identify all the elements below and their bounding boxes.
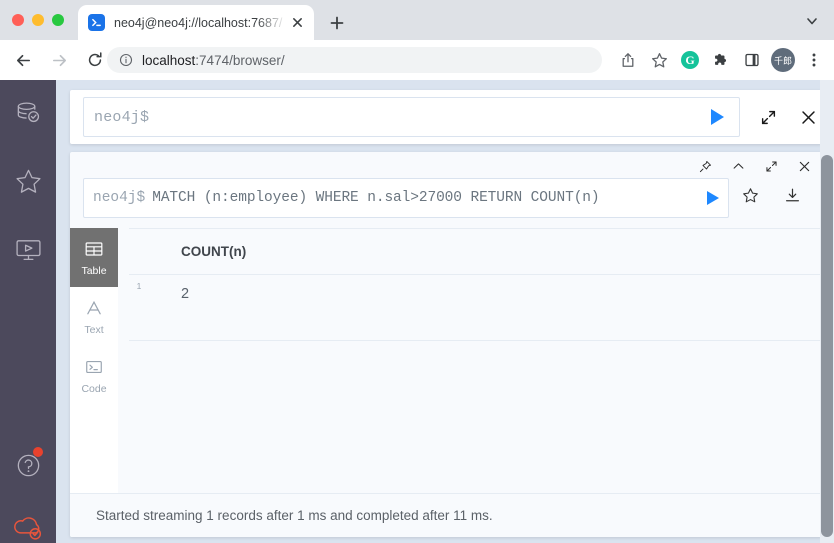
tab-code-label: Code bbox=[81, 382, 107, 395]
frame-query-text: MATCH (n:employee) WHERE n.sal>27000 RET… bbox=[152, 190, 600, 206]
tab-text[interactable]: Text bbox=[70, 287, 118, 346]
chevron-down-icon[interactable] bbox=[800, 10, 824, 32]
bookmark-star-icon[interactable] bbox=[645, 46, 673, 74]
query-input[interactable]: neo4j$ bbox=[83, 97, 741, 137]
play-icon bbox=[707, 191, 719, 205]
chevron-up-icon[interactable] bbox=[730, 158, 746, 174]
tab-table[interactable]: Table bbox=[70, 228, 118, 287]
reload-icon[interactable] bbox=[81, 46, 109, 74]
save-favorite-star-icon[interactable] bbox=[742, 187, 759, 209]
table-header-row: COUNT(n) bbox=[129, 229, 822, 275]
result-table-area: COUNT(n) 1 2 bbox=[118, 228, 822, 493]
neo4j-main-area: neo4j$ neo4j$ MATCH (n:employee) WHERE n… bbox=[56, 80, 834, 543]
screenshot-root: neo4j@neo4j://localhost:7687/ localhost:… bbox=[0, 0, 834, 543]
extensions-puzzle-icon[interactable] bbox=[707, 46, 735, 74]
grammarly-icon[interactable]: G bbox=[676, 46, 704, 74]
star-favorites-icon bbox=[14, 167, 43, 201]
table-row[interactable]: 1 2 bbox=[129, 275, 822, 341]
table-column-header: COUNT(n) bbox=[181, 244, 247, 259]
frame-run-button[interactable] bbox=[707, 191, 719, 205]
code-icon bbox=[84, 357, 104, 380]
tab-table-label: Table bbox=[81, 264, 107, 277]
run-query-button[interactable] bbox=[705, 105, 729, 129]
database-icon bbox=[14, 99, 43, 133]
pin-icon[interactable] bbox=[697, 158, 713, 174]
address-bar-url: localhost:7474/browser/ bbox=[142, 53, 285, 68]
help-notification-badge bbox=[33, 447, 43, 457]
url-path: :7474/browser/ bbox=[195, 52, 285, 68]
new-tab-button[interactable] bbox=[324, 10, 350, 36]
sidebar-item-cloud[interactable] bbox=[0, 499, 56, 543]
close-icon[interactable] bbox=[796, 158, 812, 174]
grammarly-badge: G bbox=[681, 51, 699, 69]
window-minimize-button[interactable] bbox=[32, 14, 44, 26]
browser-tab[interactable]: neo4j@neo4j://localhost:7687/ bbox=[78, 5, 314, 40]
address-bar[interactable]: localhost:7474/browser/ bbox=[107, 47, 602, 73]
profile-avatar-label: 千郎 bbox=[771, 48, 795, 72]
editor-close-button[interactable] bbox=[794, 103, 822, 131]
download-icon[interactable] bbox=[784, 187, 801, 209]
page-scrollbar[interactable] bbox=[820, 80, 834, 543]
frame-controls bbox=[697, 158, 812, 174]
side-panel-icon[interactable] bbox=[738, 46, 766, 74]
row-index: 1 bbox=[136, 281, 142, 291]
editor-expand-button[interactable] bbox=[754, 103, 782, 131]
table-icon bbox=[84, 239, 104, 262]
cloud-icon bbox=[12, 511, 45, 543]
info-circle-icon[interactable] bbox=[119, 53, 133, 67]
tab-text-label: Text bbox=[84, 323, 104, 336]
frame-body: Table Text Code COUNT(n) 1 2 bbox=[70, 228, 822, 493]
guides-monitor-icon bbox=[14, 235, 43, 269]
sidebar-bottom-group bbox=[0, 437, 56, 543]
frame-query-display[interactable]: neo4j$ MATCH (n:employee) WHERE n.sal>27… bbox=[83, 178, 729, 218]
frame-actions bbox=[742, 178, 822, 218]
tab-code[interactable]: Code bbox=[70, 346, 118, 405]
arrow-left-icon[interactable] bbox=[9, 46, 37, 74]
url-host: localhost bbox=[142, 52, 196, 68]
arrow-right-icon bbox=[45, 46, 73, 74]
main-query-editor-card: neo4j$ bbox=[70, 90, 822, 144]
expand-icon[interactable] bbox=[763, 158, 779, 174]
neo4j-sidebar bbox=[0, 80, 56, 543]
chrome-menu-icon[interactable] bbox=[800, 46, 828, 74]
neo4j-browser: neo4j$ neo4j$ MATCH (n:employee) WHERE n… bbox=[0, 80, 834, 543]
share-icon[interactable] bbox=[614, 46, 642, 74]
query-prompt: neo4j$ bbox=[94, 108, 150, 126]
play-icon bbox=[710, 109, 724, 125]
frame-header: neo4j$ MATCH (n:employee) WHERE n.sal>27… bbox=[70, 152, 822, 228]
browser-tab-bar: neo4j@neo4j://localhost:7687/ bbox=[0, 0, 834, 40]
window-close-button[interactable] bbox=[12, 14, 24, 26]
terminal-icon bbox=[88, 14, 105, 31]
result-table: COUNT(n) 1 2 bbox=[129, 228, 822, 341]
close-icon[interactable] bbox=[288, 14, 306, 32]
text-icon bbox=[84, 298, 104, 321]
window-traffic-lights bbox=[12, 14, 64, 26]
result-frame: neo4j$ MATCH (n:employee) WHERE n.sal>27… bbox=[70, 152, 822, 537]
status-text: Started streaming 1 records after 1 ms a… bbox=[96, 508, 493, 523]
sidebar-item-favorites[interactable] bbox=[0, 150, 56, 218]
avatar[interactable]: 千郎 bbox=[769, 46, 797, 74]
sidebar-item-help[interactable] bbox=[0, 437, 56, 499]
browser-toolbar-icons: G 千郎 bbox=[614, 46, 828, 74]
browser-tab-title: neo4j@neo4j://localhost:7687/ bbox=[114, 15, 283, 30]
frame-status-bar: Started streaming 1 records after 1 ms a… bbox=[70, 493, 822, 537]
frame-query-prompt: neo4j$ bbox=[93, 190, 146, 206]
window-maximize-button[interactable] bbox=[52, 14, 64, 26]
sidebar-item-database[interactable] bbox=[0, 82, 56, 150]
scrollbar-thumb[interactable] bbox=[821, 155, 833, 537]
sidebar-item-guides[interactable] bbox=[0, 218, 56, 286]
frame-view-tabs: Table Text Code bbox=[70, 228, 118, 493]
